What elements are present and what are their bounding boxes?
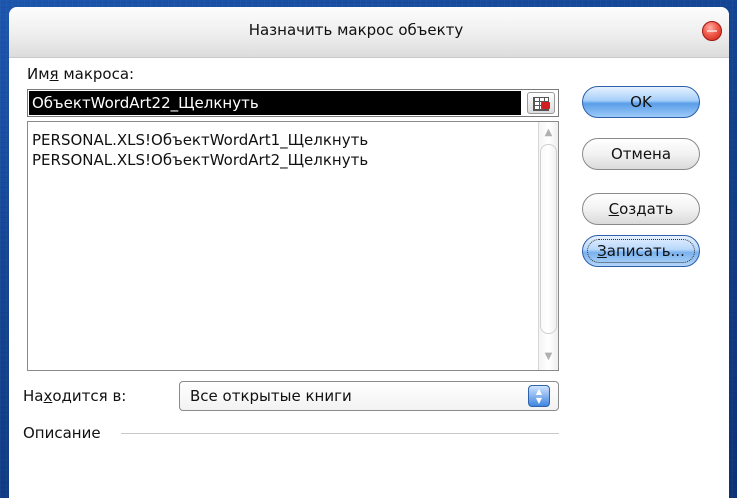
create-button[interactable]: Создать (582, 193, 700, 225)
ok-button[interactable]: OK (582, 86, 700, 118)
close-icon[interactable] (702, 21, 722, 41)
select-arrow-icon (541, 102, 550, 109)
macro-name-value[interactable]: ОбъектWordArt22_Щелкнуть (29, 91, 521, 115)
location-select[interactable]: Все открытые книги ▲ ▼ (179, 381, 559, 411)
list-item[interactable]: PERSONAL.XLS!ОбъектWordArt1_Щелкнуть (32, 130, 368, 150)
create-button-mnemonic: С (608, 200, 620, 218)
macro-name-label: Имя макроса: (27, 65, 134, 83)
title-bar[interactable]: Назначить макрос объекту (9, 7, 729, 58)
record-button[interactable]: Записать... (582, 235, 700, 267)
description-separator (121, 433, 559, 434)
cancel-button[interactable]: Отмена (582, 138, 700, 170)
description-label: Описание (23, 424, 101, 442)
location-value: Все открытые книги (190, 387, 352, 405)
macro-name-label-mnemonic: я (49, 65, 59, 83)
location-label-rest: одится в: (52, 387, 127, 405)
scroll-up-icon[interactable]: ▲ (540, 124, 557, 142)
updown-arrows-icon[interactable]: ▲ ▼ (528, 385, 550, 407)
scroll-thumb[interactable] (540, 144, 557, 334)
window-title: Назначить макрос объекту (248, 21, 464, 39)
location-label-part: На (23, 387, 44, 405)
macro-name-input[interactable]: ОбъектWordArt22_Щелкнуть (27, 89, 559, 117)
assign-macro-dialog: Назначить макрос объекту Имя макроса: Об… (9, 7, 729, 498)
list-scrollbar[interactable]: ▲ ▼ (538, 122, 558, 370)
macro-name-label-rest: макроса: (58, 65, 135, 83)
scroll-down-icon[interactable]: ▼ (540, 348, 557, 366)
create-button-label: оздать (619, 200, 674, 218)
macro-name-label-part: Им (27, 65, 50, 83)
macro-list[interactable]: PERSONAL.XLS!ОбъектWordArt1_Щелкнуть PER… (27, 121, 559, 371)
list-item[interactable]: PERSONAL.XLS!ОбъектWordArt2_Щелкнуть (32, 150, 368, 170)
collapse-dialog-button[interactable] (527, 92, 555, 114)
location-label: Находится в: (23, 387, 126, 405)
focus-ring (587, 239, 695, 263)
